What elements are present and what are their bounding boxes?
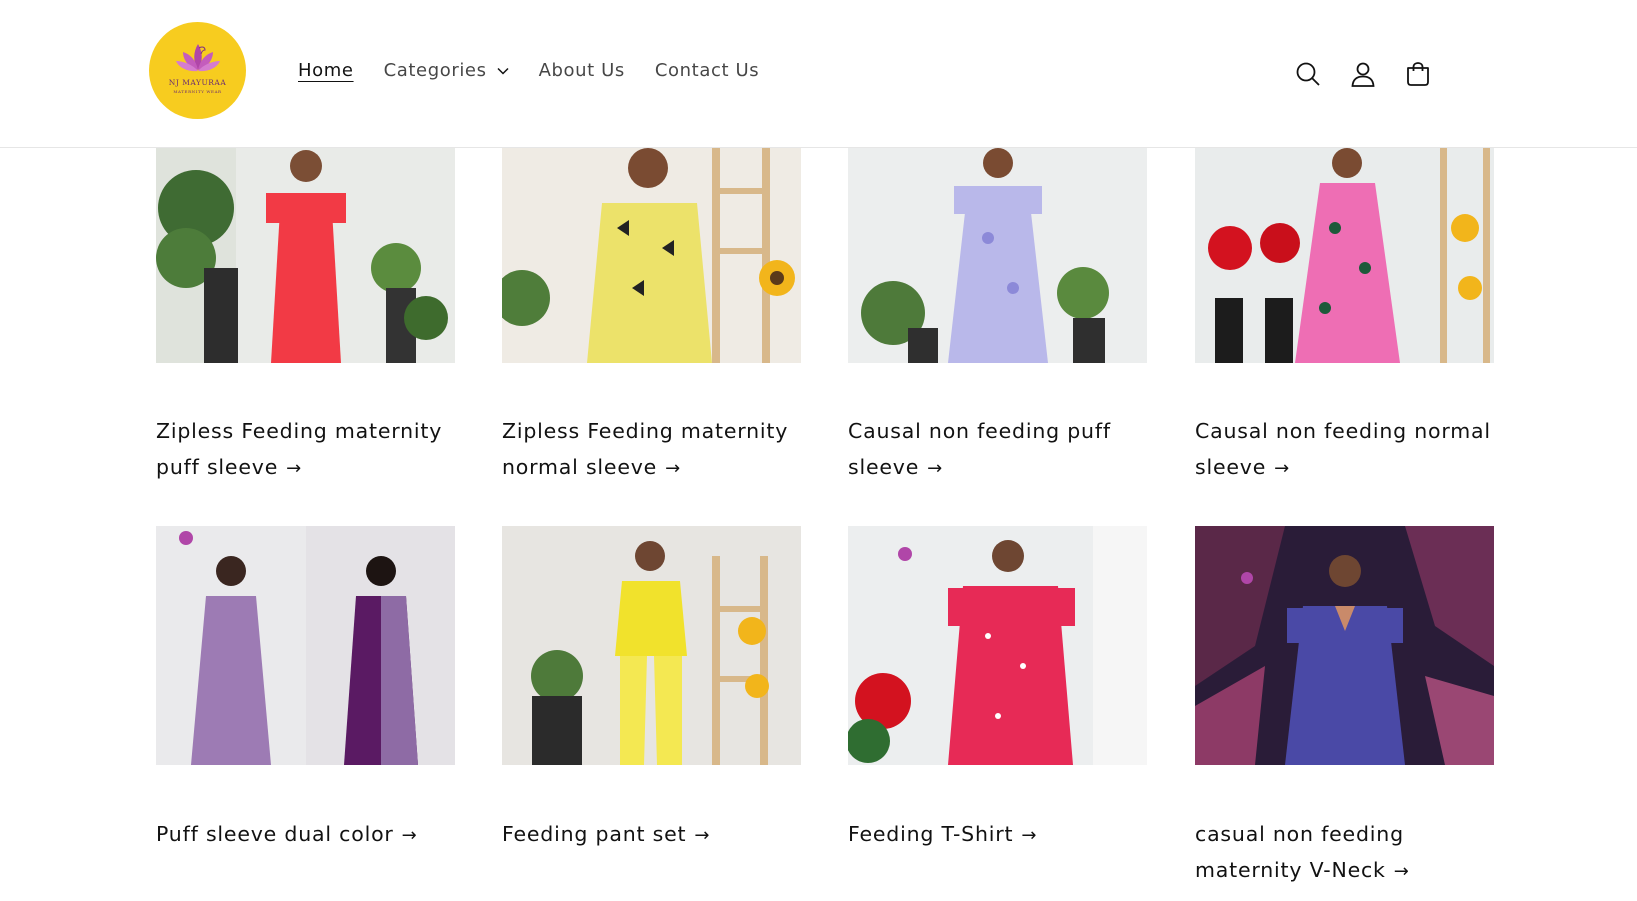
collection-title[interactable]: Causal non feeding puff sleeve → xyxy=(848,413,1153,487)
header-icons xyxy=(1275,52,1440,96)
brand-name: NJ MAYURAA xyxy=(168,77,227,87)
arrow-right-icon: → xyxy=(1021,825,1038,846)
arrow-right-icon: → xyxy=(401,825,418,846)
model-photo-icon xyxy=(156,526,455,765)
collection-title[interactable]: Feeding T-Shirt → xyxy=(848,816,1153,854)
model-photo-icon xyxy=(848,526,1147,765)
site-header: NJ MAYURAA MATERNITY WEAR Home Categorie… xyxy=(0,0,1637,148)
collection-image[interactable] xyxy=(502,526,801,765)
collection-title-text: Causal non feeding normal sleeve xyxy=(1195,419,1491,479)
account-icon xyxy=(1351,62,1375,87)
collection-title-text: Causal non feeding puff sleeve xyxy=(848,419,1111,479)
brand-logo[interactable]: NJ MAYURAA MATERNITY WEAR xyxy=(149,22,246,119)
collection-title[interactable]: Causal non feeding normal sleeve → xyxy=(1195,413,1500,487)
search-button[interactable] xyxy=(1286,52,1330,96)
arrow-right-icon: → xyxy=(1274,458,1291,479)
nav-categories-label: Categories xyxy=(383,59,487,81)
collection-title[interactable]: Feeding pant set → xyxy=(502,816,807,854)
collection-image[interactable] xyxy=(156,526,455,765)
model-photo-icon xyxy=(1195,526,1494,765)
collection-title[interactable]: casual non feeding maternity V-Neck → xyxy=(1195,816,1500,890)
model-photo-icon xyxy=(1195,148,1494,363)
model-photo-icon xyxy=(502,526,801,765)
collection-title-text: Zipless Feeding maternity normal sleeve xyxy=(502,419,789,479)
collection-title-text: Puff sleeve dual color xyxy=(156,822,394,846)
arrow-right-icon: → xyxy=(927,458,944,479)
chevron-down-icon xyxy=(497,67,509,75)
nav-contact-us[interactable]: Contact Us xyxy=(655,52,759,88)
collection-image[interactable] xyxy=(848,526,1147,765)
nav-about-us[interactable]: About Us xyxy=(539,52,625,88)
cart-icon xyxy=(1407,62,1429,86)
model-photo-icon xyxy=(156,148,455,363)
arrow-right-icon: → xyxy=(286,458,302,479)
main-nav: Home Categories About Us Contact Us xyxy=(298,52,789,88)
collection-title-text: casual non feeding maternity V-Neck xyxy=(1195,822,1404,882)
cart-button[interactable] xyxy=(1396,52,1440,96)
collection-image[interactable] xyxy=(1195,526,1494,765)
arrow-right-icon: → xyxy=(665,458,681,479)
model-photo-icon xyxy=(848,148,1147,363)
collection-image[interactable] xyxy=(1195,148,1494,363)
arrow-right-icon: → xyxy=(1393,861,1410,882)
arrow-right-icon: → xyxy=(694,825,711,846)
model-photo-icon xyxy=(502,148,801,363)
lotus-icon xyxy=(175,43,220,71)
search-icon xyxy=(1296,62,1320,86)
account-button[interactable] xyxy=(1341,52,1385,96)
collection-title-text: Feeding T-Shirt xyxy=(848,822,1014,846)
nav-categories[interactable]: Categories xyxy=(384,52,509,88)
collection-title[interactable]: Zipless Feeding maternity puff sleeve → xyxy=(156,413,461,487)
collection-title-text: Feeding pant set xyxy=(502,822,687,846)
collection-title[interactable]: Zipless Feeding maternity normal sleeve → xyxy=(502,413,807,487)
collection-image[interactable] xyxy=(156,148,455,363)
collection-title[interactable]: Puff sleeve dual color → xyxy=(156,816,461,854)
collection-image[interactable] xyxy=(502,148,801,363)
nav-home[interactable]: Home xyxy=(298,52,354,88)
brand-tagline: MATERNITY WEAR xyxy=(173,88,222,94)
collection-image[interactable] xyxy=(848,148,1147,363)
